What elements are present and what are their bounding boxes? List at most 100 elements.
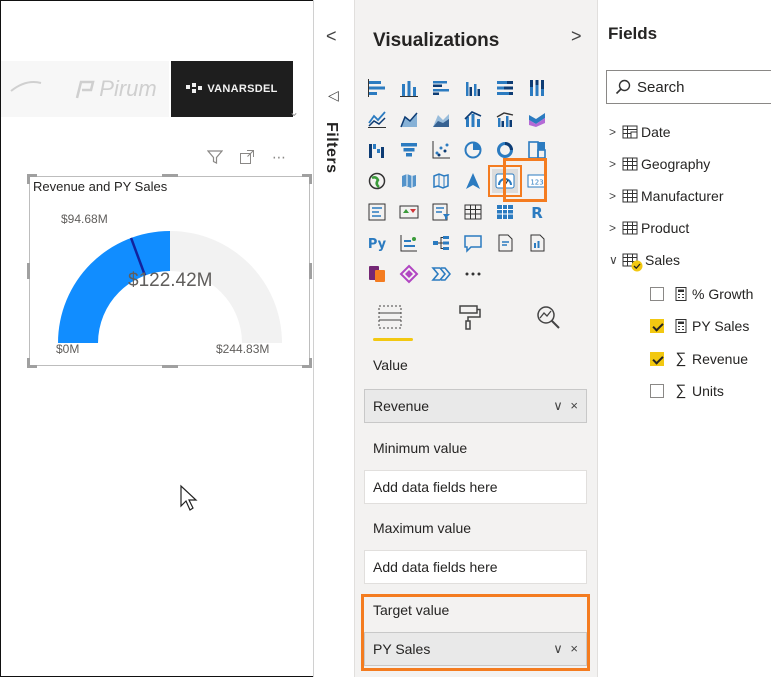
sigma-icon: ∑ bbox=[675, 382, 687, 399]
focus-mode-icon[interactable] bbox=[238, 149, 256, 165]
pirum-logo-text: Pirum bbox=[99, 76, 157, 101]
gauge-visual[interactable]: Revenue and PY Sales $94.68M $122.42M $0… bbox=[27, 174, 312, 368]
field-name: Units bbox=[692, 382, 724, 399]
100-stacked-column-chart-icon[interactable] bbox=[524, 76, 550, 100]
chevron-right-icon[interactable]: > bbox=[609, 125, 619, 139]
resize-handle[interactable] bbox=[162, 365, 178, 368]
kpi-icon[interactable] bbox=[396, 200, 422, 224]
logo-vanarsdel[interactable]: VANARSDEL bbox=[171, 61, 293, 117]
field-percent-growth[interactable]: % Growth bbox=[650, 286, 753, 302]
table-product[interactable]: > Product bbox=[609, 220, 689, 236]
chevron-right-icon[interactable]: > bbox=[609, 221, 619, 235]
gauge-max-label: $244.83M bbox=[216, 342, 270, 356]
well-value-field[interactable]: Revenue ∨ × bbox=[364, 389, 587, 423]
checkmark-badge-icon bbox=[631, 260, 643, 272]
filled-map-icon[interactable] bbox=[396, 169, 422, 193]
chevron-right-icon[interactable]: > bbox=[571, 26, 582, 47]
resize-handle[interactable] bbox=[309, 358, 312, 368]
well-maximum-dropzone[interactable]: Add data fields here bbox=[364, 550, 587, 584]
field-checkbox-checked[interactable] bbox=[650, 319, 664, 333]
tab-fields[interactable] bbox=[373, 303, 413, 341]
well-minimum-dropzone[interactable]: Add data fields here bbox=[364, 470, 587, 504]
visualizations-title: Visualizations bbox=[373, 30, 500, 51]
tab-format[interactable] bbox=[452, 303, 486, 341]
vanarsdel-logo-icon bbox=[186, 83, 203, 93]
waterfall-chart-icon[interactable] bbox=[364, 138, 390, 162]
field-py-sales[interactable]: PY Sales bbox=[650, 318, 749, 334]
table-name: Geography bbox=[641, 156, 711, 172]
viz-pane-tabs bbox=[373, 303, 565, 341]
date-table-icon bbox=[622, 125, 638, 139]
fields-title: Fields bbox=[608, 24, 658, 43]
logo-partial[interactable] bbox=[1, 61, 61, 117]
tab-analytics[interactable] bbox=[531, 303, 565, 341]
field-revenue[interactable]: ∑ Revenue bbox=[650, 350, 748, 367]
fields-search-input[interactable]: Search bbox=[606, 70, 771, 104]
azure-map-icon[interactable] bbox=[460, 169, 486, 193]
r-script-visual-icon[interactable]: R bbox=[524, 200, 550, 224]
paint-roller-icon bbox=[459, 305, 481, 330]
table-sales[interactable]: ∨ Sales bbox=[609, 252, 681, 272]
paginated-report-icon[interactable] bbox=[524, 231, 550, 255]
field-checkbox-checked[interactable] bbox=[650, 351, 664, 366]
filter-icon[interactable] bbox=[206, 149, 224, 165]
line-and-stacked-column-icon[interactable] bbox=[460, 107, 486, 131]
stacked-bar-chart-icon[interactable] bbox=[364, 76, 390, 100]
scatter-chart-icon[interactable] bbox=[428, 138, 454, 162]
area-chart-icon[interactable] bbox=[396, 107, 422, 131]
clustered-column-chart-icon[interactable] bbox=[460, 76, 486, 100]
chevron-right-icon[interactable]: > bbox=[609, 189, 619, 203]
matrix-icon[interactable] bbox=[492, 200, 518, 224]
stacked-column-chart-icon[interactable] bbox=[396, 76, 422, 100]
table-geography[interactable]: > Geography bbox=[609, 156, 710, 172]
table-icon bbox=[622, 189, 638, 203]
stacked-area-chart-icon[interactable] bbox=[428, 107, 454, 131]
field-checkbox[interactable] bbox=[650, 287, 664, 301]
chevron-right-icon[interactable]: > bbox=[609, 157, 619, 171]
decomposition-tree-icon[interactable] bbox=[428, 231, 454, 255]
line-chart-icon[interactable] bbox=[364, 107, 390, 131]
multi-row-card-icon[interactable] bbox=[364, 200, 390, 224]
report-canvas[interactable]: Pirum VANARSDEL ⌄ ⋯ Revenue and PY Sales bbox=[1, 1, 313, 676]
table-manufacturer[interactable]: > Manufacturer bbox=[609, 188, 723, 204]
clustered-bar-chart-icon[interactable] bbox=[428, 76, 454, 100]
shape-map-icon[interactable] bbox=[428, 169, 454, 193]
more-visuals-icon[interactable] bbox=[460, 262, 486, 286]
table-name: Date bbox=[641, 124, 671, 140]
100-stacked-bar-chart-icon[interactable] bbox=[492, 76, 518, 100]
field-actions-icon[interactable]: ∨ × bbox=[553, 398, 580, 414]
smart-narrative-icon[interactable] bbox=[492, 231, 518, 255]
slicer-icon[interactable] bbox=[428, 200, 454, 224]
filters-expand-icon[interactable]: ◁ bbox=[328, 87, 339, 104]
filters-label[interactable]: Filters bbox=[322, 122, 340, 174]
resize-handle[interactable] bbox=[309, 174, 312, 184]
line-and-clustered-column-icon[interactable] bbox=[492, 107, 518, 131]
field-units[interactable]: ∑ Units bbox=[650, 382, 724, 399]
ribbon-chart-icon[interactable] bbox=[524, 107, 550, 131]
calculator-icon bbox=[675, 319, 687, 333]
field-checkbox[interactable] bbox=[650, 383, 664, 398]
pie-chart-icon[interactable] bbox=[460, 138, 486, 162]
funnel-chart-icon[interactable] bbox=[396, 138, 422, 162]
power-apps-icon[interactable] bbox=[364, 262, 390, 286]
more-options-icon[interactable]: ⋯ bbox=[270, 149, 288, 165]
qa-visual-icon[interactable] bbox=[460, 231, 486, 255]
map-icon[interactable] bbox=[364, 169, 390, 193]
highlight-target-well bbox=[361, 594, 590, 671]
table-date[interactable]: > Date bbox=[609, 124, 671, 140]
table-icon bbox=[622, 221, 638, 235]
power-automate-icon[interactable] bbox=[396, 262, 422, 286]
python-visual-icon[interactable]: Py bbox=[364, 231, 390, 255]
table-name: Sales bbox=[645, 252, 681, 268]
collapse-chevron-left-icon[interactable]: < bbox=[326, 26, 337, 47]
highlight-gauge-icon bbox=[503, 158, 547, 202]
key-influencers-icon[interactable] bbox=[396, 231, 422, 255]
resize-handle[interactable] bbox=[309, 263, 312, 279]
table-icon[interactable] bbox=[460, 200, 486, 224]
chevron-down-icon[interactable]: ∨ bbox=[609, 253, 619, 267]
chevron-down-icon[interactable]: ⌄ bbox=[289, 105, 299, 119]
filters-pane-collapsed[interactable]: < ◁ Filters bbox=[314, 0, 354, 677]
logo-pirum[interactable]: Pirum bbox=[61, 61, 169, 117]
fields-pane: Fields Search > Date > Geography > Manuf… bbox=[598, 0, 771, 677]
power-automate-flow-icon[interactable] bbox=[428, 262, 454, 286]
